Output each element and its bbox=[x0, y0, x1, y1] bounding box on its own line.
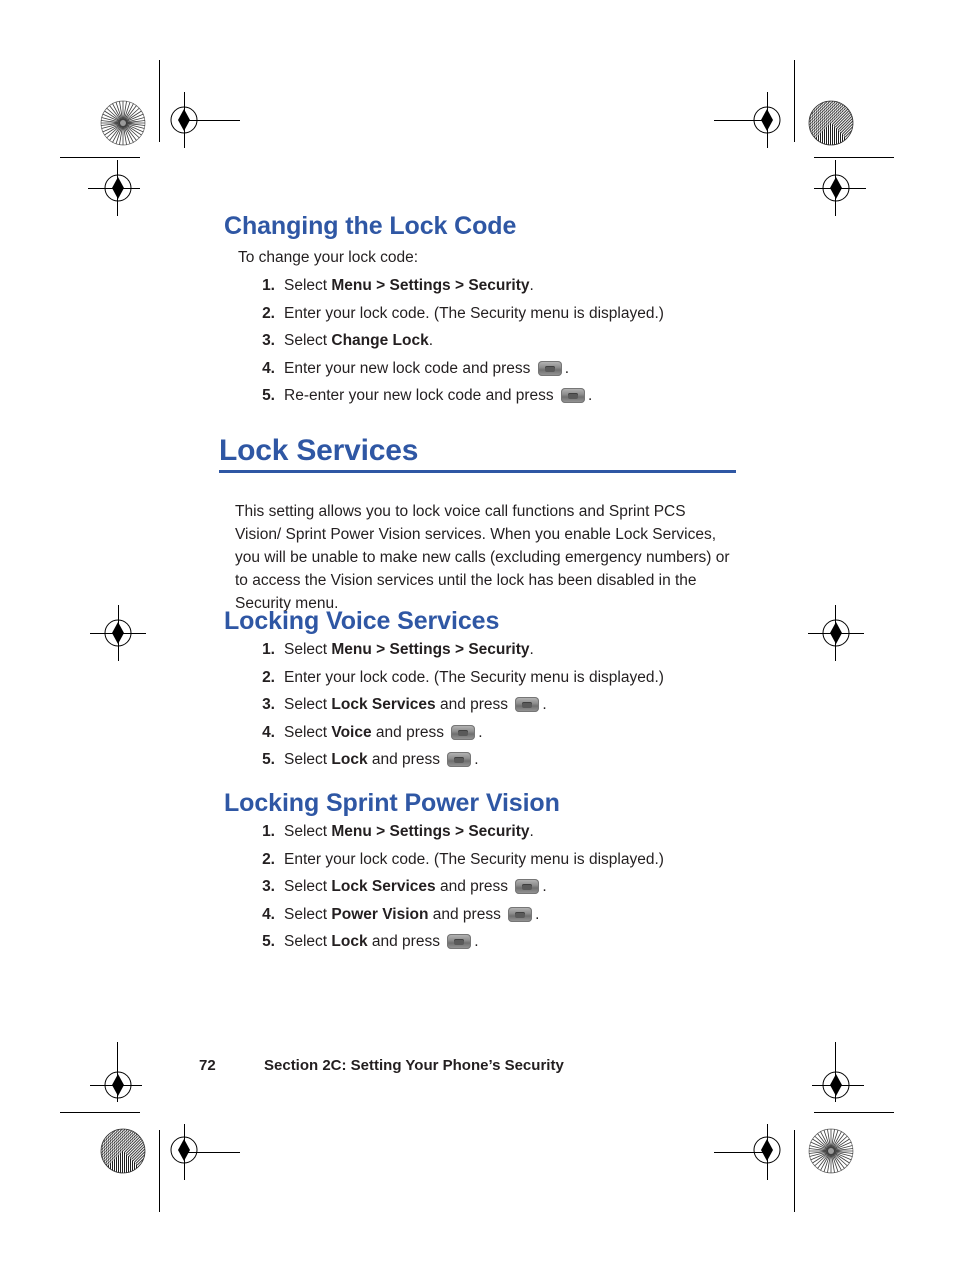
manual-page: Changing the Lock Code To change your lo… bbox=[0, 0, 954, 1272]
footer-section-title: Section 2C: Setting Your Phone’s Securit… bbox=[264, 1057, 564, 1074]
phone-ok-key-icon bbox=[451, 724, 476, 740]
step-text: Select Power Vision and press . bbox=[284, 905, 540, 923]
step-number: 5. bbox=[262, 933, 275, 950]
step-text: Select Lock Services and press . bbox=[284, 878, 547, 895]
registration-crosshair-bottom-right-upper bbox=[814, 1063, 858, 1107]
phone-ok-key-icon bbox=[515, 697, 540, 712]
heading-lock-services: Lock Services bbox=[219, 434, 419, 467]
step-number: 4. bbox=[262, 723, 275, 741]
registration-crosshair-top-right-lower bbox=[814, 166, 858, 210]
step-text: Enter your lock code. (The Security menu… bbox=[284, 304, 664, 322]
step-text: Select Voice and press . bbox=[284, 723, 483, 741]
step-number: 5. bbox=[262, 751, 275, 768]
registration-crosshair-bottom-left bbox=[162, 1128, 206, 1172]
registration-crosshair-middle-right bbox=[814, 611, 858, 655]
phone-ok-key-icon bbox=[447, 934, 472, 949]
trim-line-bottom-right-vertical bbox=[794, 1130, 795, 1212]
trim-line-top-left-vertical bbox=[159, 60, 160, 142]
step-text: Select Lock Services and press . bbox=[284, 696, 547, 713]
step-number: 5. bbox=[262, 387, 275, 404]
step-number: 3. bbox=[262, 878, 275, 895]
intro-changing-the-lock-code: To change your lock code: bbox=[238, 249, 419, 266]
step-text: Select Change Lock. bbox=[284, 332, 434, 349]
trim-line-bottom-left-horizontal bbox=[60, 1112, 140, 1113]
registration-crosshair-bottom-left-upper bbox=[96, 1063, 140, 1107]
trim-line-top-right-horizontal bbox=[814, 157, 894, 158]
trim-line-top-left-horizontal bbox=[60, 157, 140, 158]
step-number: 2. bbox=[262, 850, 275, 868]
step-text: Select Lock and press . bbox=[284, 751, 479, 768]
step-number: 4. bbox=[262, 905, 275, 923]
page-number: 72 bbox=[199, 1057, 216, 1074]
step-text: Select Menu > Settings > Security. bbox=[284, 277, 534, 294]
step-text: Select Lock and press . bbox=[284, 933, 479, 950]
step-text: Enter your new lock code and press . bbox=[284, 359, 570, 377]
star-target-bottom-right bbox=[808, 1128, 854, 1174]
heading-changing-the-lock-code: Changing the Lock Code bbox=[224, 212, 517, 240]
step-number: 1. bbox=[262, 277, 275, 294]
step-number: 3. bbox=[262, 696, 275, 713]
registration-crosshair-top-left bbox=[162, 98, 206, 142]
trim-line-top-right-vertical bbox=[794, 60, 795, 142]
phone-ok-key-icon bbox=[447, 752, 472, 767]
trim-line-bottom-right-horizontal bbox=[814, 1112, 894, 1113]
step-text: Select Menu > Settings > Security. bbox=[284, 641, 534, 658]
registration-crosshair-bottom-right bbox=[745, 1128, 789, 1172]
phone-ok-key-icon bbox=[515, 879, 540, 894]
step-number: 1. bbox=[262, 823, 275, 840]
step-text: Select Menu > Settings > Security. bbox=[284, 823, 534, 840]
registration-crosshair-middle-left bbox=[96, 611, 140, 655]
paragraph-lock-services: This setting allows you to lock voice ca… bbox=[235, 503, 730, 612]
phone-ok-key-icon bbox=[508, 906, 533, 922]
step-text: Re-enter your new lock code and press . bbox=[284, 387, 593, 404]
registration-crosshair-top-right bbox=[745, 98, 789, 142]
step-number: 2. bbox=[262, 668, 275, 686]
phone-ok-key-icon bbox=[560, 388, 585, 403]
step-text: Enter your lock code. (The Security menu… bbox=[284, 850, 664, 868]
heading-locking-sprint-power-vision: Locking Sprint Power Vision bbox=[224, 789, 560, 817]
step-text: Enter your lock code. (The Security menu… bbox=[284, 668, 664, 686]
step-number: 2. bbox=[262, 304, 275, 322]
step-number: 3. bbox=[262, 332, 275, 349]
step-number: 4. bbox=[262, 359, 275, 377]
phone-ok-key-icon bbox=[537, 360, 562, 376]
star-target-top-left bbox=[100, 100, 146, 146]
step-number: 1. bbox=[262, 641, 275, 658]
section-divider bbox=[219, 470, 736, 473]
moire-target-top-right bbox=[808, 100, 854, 146]
registration-crosshair-top-left-lower bbox=[96, 166, 140, 210]
trim-line-bottom-left-vertical bbox=[159, 1130, 160, 1212]
moire-target-bottom-left bbox=[100, 1128, 146, 1174]
heading-locking-voice-services: Locking Voice Services bbox=[224, 607, 500, 635]
